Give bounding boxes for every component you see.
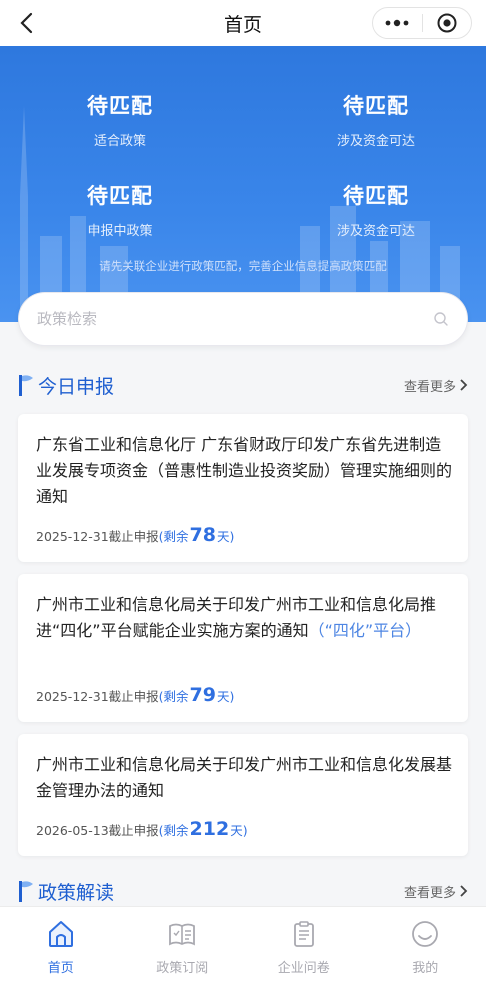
tab-label: 我的 [412,961,439,976]
search-icon[interactable] [433,311,449,327]
policy-card[interactable]: 广州市工业和信息化局关于印发广州市工业和信息化局推进“四化”平台赋能企业实施方案… [18,574,468,722]
remaining-suffix: 天) [217,689,235,704]
stat-label: 涉及资金可达 [336,134,415,149]
stat-label: 涉及资金可达 [336,224,415,239]
more-dots-icon [385,19,409,27]
more-button[interactable] [373,8,422,38]
view-more-link[interactable]: 查看更多 [404,376,468,395]
page-title: 首页 [223,13,262,36]
deadline-row: 2026-05-13截止申报 (剩余 212 天) [36,818,248,840]
top-nav-bar: 首页 [0,0,486,46]
remaining-prefix: (剩余 [158,689,189,704]
remaining-prefix: (剩余 [158,823,189,838]
flag-icon [19,881,33,902]
tab-label: 政策订阅 [156,961,209,976]
deadline-row: 2025-12-31截止申报 (剩余 78 天) [36,524,234,546]
remaining-suffix: 天) [217,529,235,544]
tab-home[interactable]: 首页 [0,907,122,990]
tab-label: 首页 [47,961,74,976]
stat-value: 待匹配 [343,184,409,208]
deadline-row: 2025-12-31截止申报 (剩余 79 天) [36,684,234,706]
view-more-link[interactable]: 查看更多 [404,882,468,901]
policy-card[interactable]: 广州市工业和信息化局关于印发广州市工业和信息化发展基金管理办法的通知 2026-… [18,734,468,856]
home-page: 首页 待匹配 适合政策 待匹配 涉及资金可达 待匹配 申报中政策 待匹配 涉及资… [0,0,486,990]
remaining-prefix: (剩余 [158,529,189,544]
stat-label: 适合政策 [93,134,146,149]
view-more-label: 查看更多 [403,379,456,395]
deadline-text: 2025-12-31截止申报 [36,689,159,704]
section-header-today: 今日申报 查看更多 [18,371,468,399]
section-title: 政策解读 [38,881,115,904]
remaining-days: 212 [189,818,230,840]
tab-policy-subscribe[interactable]: 政策订阅 [122,907,244,990]
smiley-icon [412,921,439,947]
chevron-left-icon [20,12,33,34]
policy-title-text: 广东省工业和信息化厅 广东省财政厅印发广东省先进制造业发展专项资金（普惠性制造业… [36,435,453,506]
policy-card[interactable]: 广东省工业和信息化厅 广东省财政厅印发广东省先进制造业发展专项资金（普惠性制造业… [18,414,468,562]
stat-suitable-policies[interactable]: 待匹配 适合政策 [40,90,200,149]
tab-label: 企业问卷 [277,961,330,976]
stat-value: 待匹配 [343,94,409,118]
policy-title: 广州市工业和信息化局关于印发广州市工业和信息化局推进“四化”平台赋能企业实施方案… [36,592,452,644]
tab-enterprise-survey[interactable]: 企业问卷 [243,907,365,990]
view-more-label: 查看更多 [403,885,456,901]
section-title: 今日申报 [38,375,115,398]
stat-applying-policies[interactable]: 待匹配 申报中政策 [40,180,200,239]
policy-title: 广东省工业和信息化厅 广东省财政厅印发广东省先进制造业发展专项资金（普惠性制造业… [36,432,452,510]
policy-title-text: 广州市工业和信息化局关于印发广州市工业和信息化发展基金管理办法的通知 [36,755,453,800]
stat-value: 待匹配 [87,94,153,118]
remaining-days: 79 [189,684,216,706]
mini-program-capsule [372,7,472,39]
book-icon [169,923,196,946]
back-button[interactable] [14,9,42,37]
policy-search-bar[interactable] [18,292,468,346]
stat-value: 待匹配 [87,184,153,208]
chevron-right-icon [460,885,468,897]
policy-title: 广州市工业和信息化局关于印发广州市工业和信息化发展基金管理办法的通知 [36,752,452,804]
home-icon [48,921,73,947]
deadline-text: 2025-12-31截止申报 [36,529,159,544]
remaining-days: 78 [189,524,216,546]
flag-icon [19,375,33,396]
chevron-right-icon [460,379,468,391]
bottom-tab-bar: 首页 政策订阅 企业问卷 我的 [0,906,486,990]
target-circle-icon [437,13,457,33]
tab-profile[interactable]: 我的 [365,907,486,990]
close-miniapp-button[interactable] [423,8,472,38]
clipboard-icon [293,921,314,947]
hero-banner: 待匹配 适合政策 待匹配 涉及资金可达 待匹配 申报中政策 待匹配 涉及资金可达… [0,46,486,322]
stat-funding-reachable[interactable]: 待匹配 涉及资金可达 [296,90,456,149]
match-hint-text[interactable]: 请先关联企业进行政策匹配，完善企业信息提高政策匹配 [0,258,486,274]
remaining-suffix: 天) [230,823,248,838]
stat-label: 申报中政策 [87,224,153,239]
deadline-text: 2026-05-13截止申报 [36,823,159,838]
stat-applying-funding[interactable]: 待匹配 涉及资金可达 [296,180,456,239]
search-input[interactable] [37,310,433,328]
policy-title-tag: （“四化”平台） [308,621,422,640]
section-header-interpret: 政策解读 查看更多 [18,877,468,905]
